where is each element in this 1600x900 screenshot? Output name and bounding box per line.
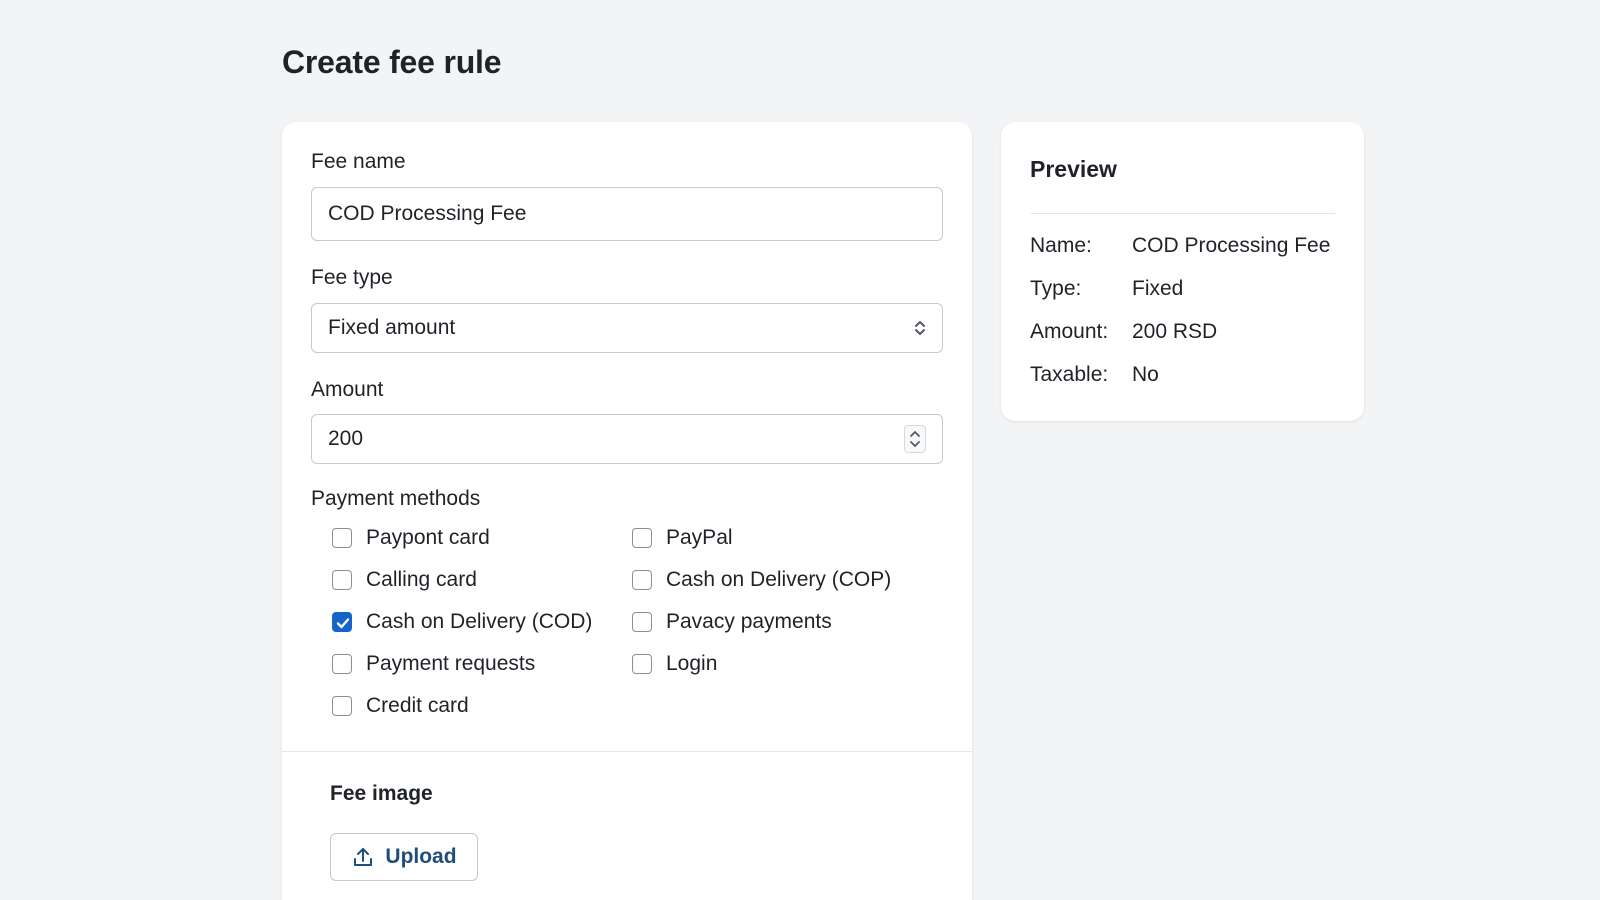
preview-value: Fixed [1132, 277, 1184, 300]
checkbox-label: Login [666, 652, 718, 675]
preview-title: Preview [1030, 156, 1117, 182]
preview-key: Type: [1030, 277, 1082, 300]
fee-type-select[interactable]: Fixed amount [311, 303, 943, 353]
payment-method-payment-requests[interactable]: Payment requests [332, 650, 535, 678]
preview-value: COD Processing Fee [1132, 234, 1331, 257]
checkbox-label: Payment requests [366, 652, 536, 675]
page-title: Create fee rule [282, 44, 502, 80]
preview-divider [1030, 213, 1335, 214]
amount-value: 200 [328, 427, 364, 450]
checkbox-label: Paypont card [366, 526, 490, 549]
preview-row-amount: Amount: 200 RSD [1030, 320, 1217, 344]
fee-type-label: Fee type [311, 266, 393, 289]
check-icon [336, 618, 350, 629]
section-divider [282, 751, 972, 752]
checkbox-label: Cash on Delivery (COD) [366, 610, 593, 633]
select-arrows-icon [915, 321, 925, 335]
checkbox-label: Calling card [366, 568, 477, 591]
preview-value: No [1132, 363, 1159, 386]
checkbox-checked[interactable] [332, 612, 352, 632]
checkbox[interactable] [332, 696, 352, 716]
preview-card: Preview Name: COD Processing Fee Type: F… [1001, 122, 1364, 421]
payment-method-login[interactable]: Login [632, 650, 717, 678]
fee-name-input[interactable] [311, 187, 943, 241]
amount-label: Amount [311, 378, 384, 401]
checkbox-label: Pavacy payments [666, 610, 832, 633]
checkbox-label: PayPal [666, 526, 733, 549]
checkbox-label: Credit card [366, 694, 469, 717]
payment-method-credit-card[interactable]: Credit card [332, 692, 469, 720]
payment-method-pavacy-payments[interactable]: Pavacy payments [632, 608, 832, 636]
preview-row-name: Name: COD Processing Fee [1030, 234, 1330, 258]
checkbox[interactable] [632, 528, 652, 548]
upload-button-label: Upload [385, 845, 457, 868]
upload-icon [354, 848, 373, 866]
payment-method-cash-on-delivery-cop[interactable]: Cash on Delivery (COP) [632, 566, 891, 594]
page: Create fee rule Fee name Fee type Fixed … [0, 0, 1600, 900]
upload-button[interactable]: Upload [330, 833, 478, 881]
fee-type-selected-value: Fixed amount [328, 316, 456, 339]
amount-stepper[interactable] [904, 425, 926, 453]
preview-row-type: Type: Fixed [1030, 277, 1183, 301]
preview-key: Amount: [1030, 320, 1109, 343]
checkbox[interactable] [632, 612, 652, 632]
payment-method-paypal[interactable]: PayPal [632, 524, 733, 552]
checkbox[interactable] [632, 654, 652, 674]
checkbox[interactable] [332, 654, 352, 674]
payment-methods-label: Payment methods [311, 487, 481, 510]
payment-method-calling-card[interactable]: Calling card [332, 566, 477, 594]
checkbox-label: Cash on Delivery (COP) [666, 568, 892, 591]
preview-key: Taxable: [1030, 363, 1109, 386]
preview-value: 200 RSD [1132, 320, 1218, 343]
fee-form-card: Fee name Fee type Fixed amount Amount 20… [282, 122, 972, 900]
payment-method-paypont-card[interactable]: Paypont card [332, 524, 490, 552]
checkbox[interactable] [332, 528, 352, 548]
payment-method-cash-on-delivery-cod[interactable]: Cash on Delivery (COD) [332, 608, 592, 636]
preview-key: Name: [1030, 234, 1092, 257]
checkbox[interactable] [632, 570, 652, 590]
amount-input[interactable]: 200 [311, 414, 943, 464]
checkbox[interactable] [332, 570, 352, 590]
fee-name-label: Fee name [311, 150, 406, 173]
fee-image-title: Fee image [330, 782, 433, 805]
stepper-icon [910, 431, 920, 447]
preview-row-taxable: Taxable: No [1030, 363, 1159, 387]
